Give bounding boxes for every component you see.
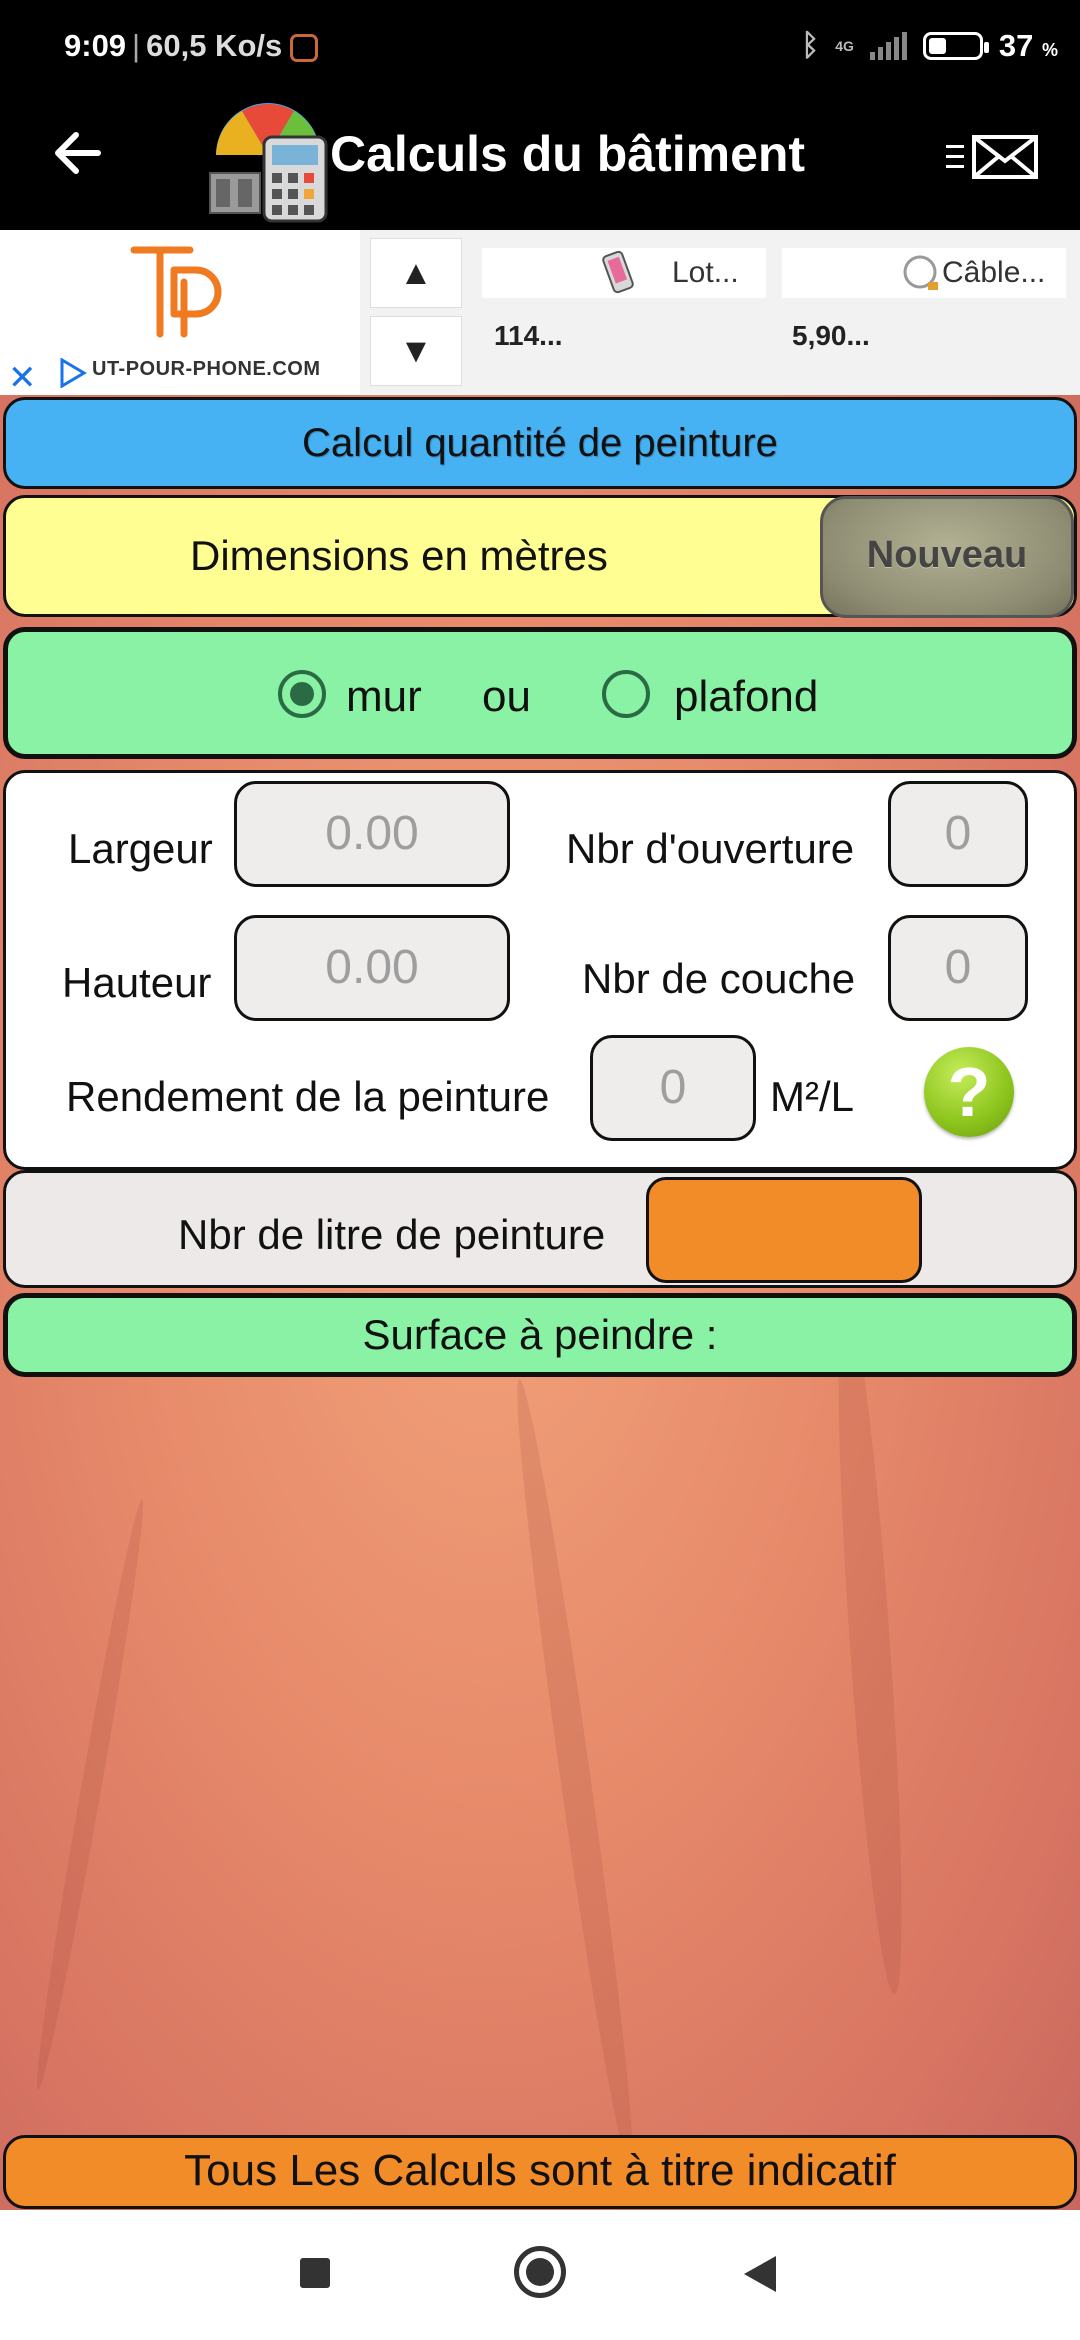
app-title: Calculs du bâtiment (330, 126, 806, 182)
ad-scroll-down-button[interactable]: ▼ (370, 316, 462, 386)
status-right: ᛒ 4G 37 % (801, 28, 1058, 64)
help-icon[interactable]: ? (924, 1047, 1014, 1137)
rendement-input[interactable]: 0 (590, 1035, 756, 1141)
wall-texture (825, 1294, 915, 1996)
main-content: Calcul quantité de peinture Dimensions e… (0, 395, 1080, 2210)
couches-input[interactable]: 0 (888, 915, 1028, 1021)
ad-product-card[interactable]: Lot... (482, 248, 766, 298)
status-separator: | (132, 28, 141, 63)
battery-icon (922, 32, 989, 60)
app-logo-icon (202, 95, 334, 225)
radio-ceiling-label[interactable]: plafond (674, 672, 818, 722)
ouvertures-label: Nbr d'ouverture (566, 825, 855, 872)
back-arrow-icon[interactable] (48, 123, 108, 183)
new-button[interactable]: Nouveau (820, 496, 1074, 618)
ad-choices-icon[interactable] (58, 357, 88, 389)
bluetooth-icon: ᛒ (801, 29, 820, 62)
ad-product-price: 5,90... (792, 320, 870, 351)
status-bar: 9:09 | 60,5 Ko/s ᛒ 4G 37 % (0, 0, 1080, 95)
hauteur-label: Hauteur (62, 959, 212, 1006)
tp-logo-icon (130, 242, 230, 342)
ad-product-name: Lot... (672, 256, 739, 289)
ad-close-icon[interactable]: ✕ (8, 358, 37, 398)
notification-icon (290, 33, 319, 62)
ad-product-name: Câble... (942, 256, 1046, 289)
menu-mail-icon[interactable] (944, 131, 1042, 195)
largeur-label: Largeur (68, 825, 213, 872)
wall-texture (504, 1376, 646, 2174)
status-left: 9:09 | 60,5 Ko/s (64, 28, 319, 64)
ad-banner[interactable]: ✕ UT-POUR-PHONE.COM ▲ ▼ Lot... 114... Câ… (0, 230, 1080, 398)
largeur-input[interactable]: 0.00 (234, 781, 510, 887)
ad-product-card[interactable]: Câble... (782, 248, 1066, 298)
radio-wall-label[interactable]: mur (346, 672, 422, 722)
radio-wall[interactable] (278, 670, 326, 718)
cable-product-icon (898, 252, 942, 294)
litres-output (646, 1177, 922, 1283)
ad-product-price: 114... (494, 320, 563, 351)
recent-apps-icon[interactable] (300, 2258, 330, 2288)
system-nav-bar (0, 2210, 1080, 2340)
signal-icon (869, 32, 907, 60)
surface-type-selector: mur ou plafond (3, 627, 1077, 759)
couches-label: Nbr de couche (582, 955, 856, 1002)
ouvertures-input[interactable]: 0 (888, 781, 1028, 887)
hauteur-input[interactable]: 0.00 (234, 915, 510, 1021)
home-icon[interactable] (514, 2246, 566, 2298)
ad-logo-area[interactable]: ✕ UT-POUR-PHONE.COM (0, 230, 360, 398)
disclaimer-banner: Tous Les Calculs sont à titre indicatif (3, 2135, 1077, 2209)
surface-result: Surface à peindre : (3, 1293, 1077, 1377)
network-type: 4G (835, 38, 854, 54)
network-speed: 60,5 Ko/s (146, 28, 283, 63)
dimensions-bar: Dimensions en mètres Nouveau (3, 495, 1077, 618)
phone-product-icon (600, 250, 640, 296)
back-triangle-icon[interactable] (744, 2256, 776, 2292)
input-panel: Largeur 0.00 Nbr d'ouverture 0 Hauteur 0… (3, 770, 1077, 1170)
rendement-label: Rendement de la peinture (66, 1073, 550, 1120)
radio-ceiling[interactable] (602, 670, 650, 718)
wall-texture (28, 1497, 152, 2093)
calculator-title: Calcul quantité de peinture (3, 397, 1077, 489)
ad-domain: UT-POUR-PHONE.COM (92, 358, 321, 380)
ad-scroll-up-button[interactable]: ▲ (370, 238, 462, 308)
rendement-unit: M²/L (770, 1073, 854, 1120)
litres-label: Nbr de litre de peinture (178, 1211, 606, 1258)
app-bar: Calculs du bâtiment (0, 95, 1080, 230)
litres-result-bar: Nbr de litre de peinture (3, 1170, 1077, 1288)
radio-separator: ou (482, 672, 531, 721)
battery-percent: 37 % (998, 28, 1058, 63)
status-time: 9:09 (64, 28, 127, 63)
dimensions-label: Dimensions en mètres (190, 532, 608, 579)
